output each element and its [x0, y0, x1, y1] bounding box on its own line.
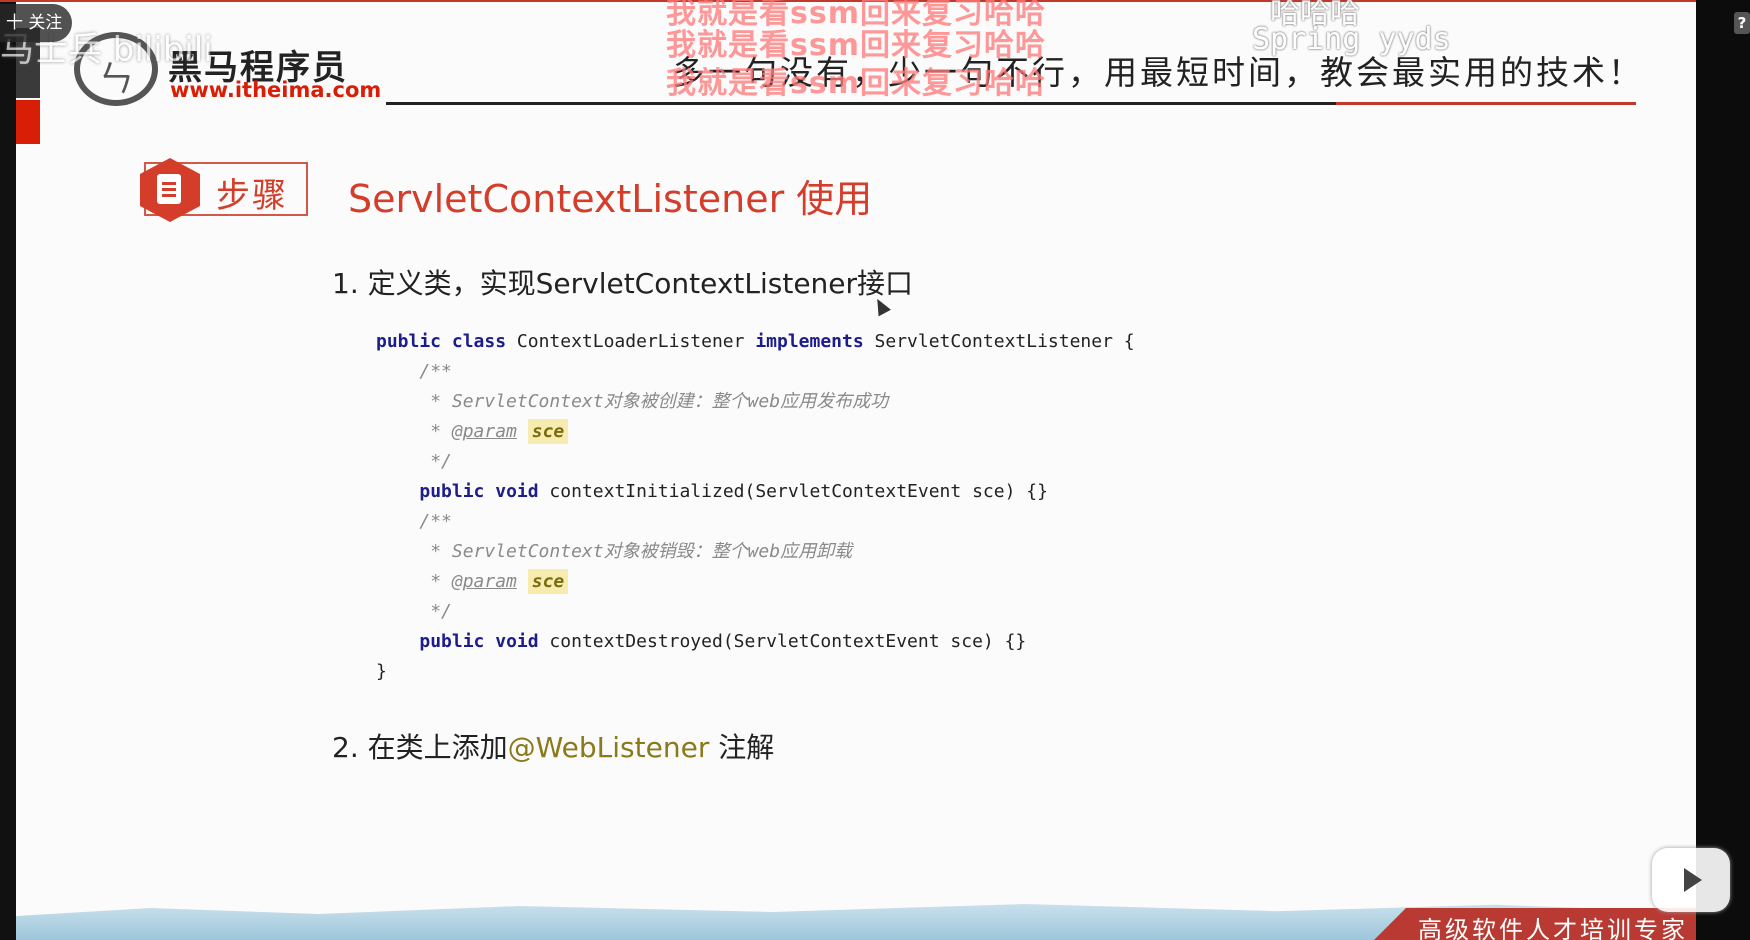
step-2: 2. 在类上添加@WebListener 注解: [332, 731, 775, 764]
code-line-doc-destroy: * ServletContext对象被销毁：整个web应用卸载: [430, 541, 853, 562]
annotation-text: @WebListener: [507, 731, 710, 764]
document-icon-glyph: [157, 174, 181, 204]
code-line-close: }: [376, 661, 387, 682]
slide: ㄣ 黑马程序员 www.itheima.com 多一句没有，少一句不行，用最短时…: [16, 2, 1696, 940]
code-block: public class ContextLoaderListener imple…: [376, 327, 1135, 687]
step-1: 1. 定义类，实现ServletContextListener接口: [332, 267, 914, 300]
danmaku-comment: 我就是看ssm回来复习哈哈: [666, 66, 1046, 101]
play-icon[interactable]: [1652, 848, 1730, 912]
code-line-doc-close: */: [430, 451, 452, 472]
section-title: ServletContextListener 使用: [348, 177, 873, 221]
header-divider-accent: [1336, 102, 1636, 105]
footer-tagline: 高级软件人才培训专家: [1418, 916, 1688, 940]
help-icon[interactable]: ?: [1734, 12, 1750, 34]
left-red-block: [16, 100, 40, 144]
video-frame: ㄣ 黑马程序员 www.itheima.com 多一句没有，少一句不行，用最短时…: [0, 0, 1750, 940]
danmaku-comment: Spring yyds: [1252, 22, 1451, 57]
code-line-param: * @param sce: [376, 567, 1135, 597]
left-edge: [0, 0, 16, 940]
code-line-doc-open: /**: [419, 361, 452, 382]
step-badge-label: 步骤: [216, 176, 288, 216]
follow-button[interactable]: 十 关注: [0, 4, 72, 42]
code-line-class: public class ContextLoaderListener imple…: [376, 331, 1135, 352]
logo-url: www.itheima.com: [170, 78, 382, 102]
code-line-doc-close: */: [430, 601, 452, 622]
code-line-doc-init: * ServletContext对象被创建：整个web应用发布成功: [430, 391, 889, 412]
code-line-param: * @param sce: [376, 417, 1135, 447]
code-line-doc-open: /**: [419, 511, 452, 532]
code-line-method-destroy: public void contextDestroyed(ServletCont…: [419, 631, 1027, 652]
right-edge: [1696, 0, 1750, 940]
code-line-method-init: public void contextInitialized(ServletCo…: [419, 481, 1048, 502]
